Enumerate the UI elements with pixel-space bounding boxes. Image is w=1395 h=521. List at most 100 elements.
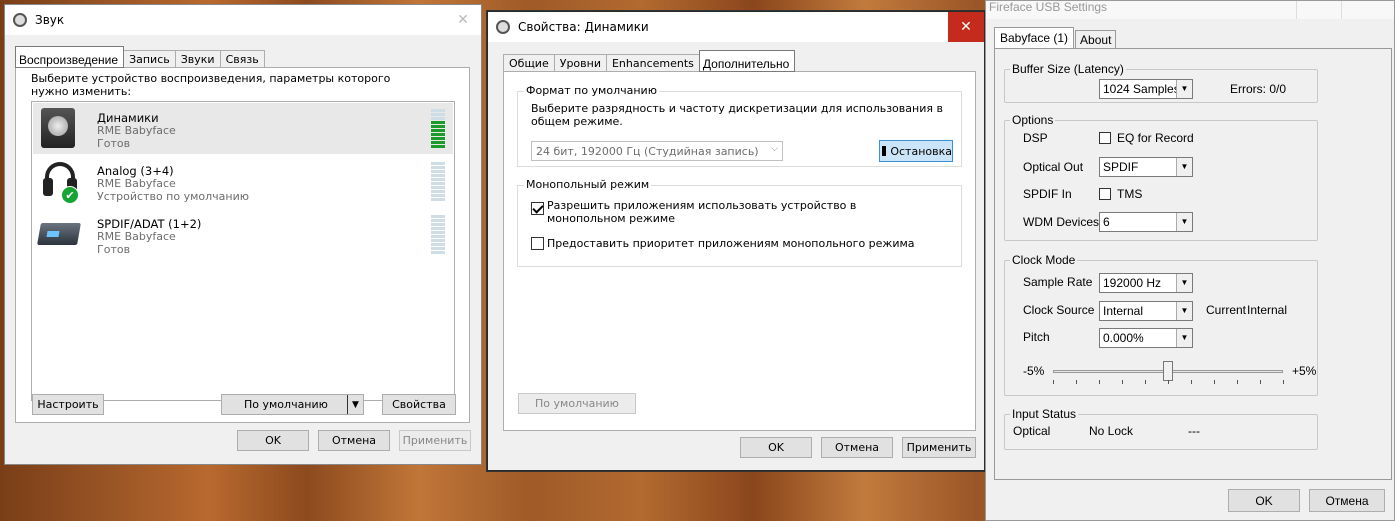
priority-checkbox[interactable] bbox=[531, 237, 544, 250]
buffer-size-group: Buffer Size (Latency) 1024 Samples ▼ Erro… bbox=[1004, 62, 1318, 103]
eq-record-label[interactable]: EQ for Record bbox=[1117, 131, 1194, 145]
cancel-button[interactable]: Отмена bbox=[821, 437, 893, 458]
ok-button[interactable]: OK bbox=[1228, 489, 1300, 512]
tms-label[interactable]: TMS bbox=[1117, 187, 1142, 201]
restore-default-button[interactable]: По умолчанию bbox=[518, 393, 636, 414]
level-meter bbox=[431, 162, 445, 202]
tab-general[interactable]: Общие bbox=[503, 54, 555, 72]
tab-enhancements[interactable]: Enhancements bbox=[605, 54, 700, 72]
speaker-device-icon bbox=[41, 108, 75, 148]
stop-button[interactable]: Остановка bbox=[879, 140, 953, 162]
device-list: Динамики RME Babyface Готов ✔ Analog (3+… bbox=[31, 101, 455, 401]
fireface-window: Fireface USB Settings Babyface (1) About… bbox=[985, 0, 1395, 521]
device-item-analog[interactable]: ✔ Analog (3+4) RME Babyface Устройство п… bbox=[33, 156, 453, 207]
chevron-down-icon: ▼ bbox=[1176, 329, 1192, 347]
slider-tick bbox=[1053, 380, 1054, 384]
cancel-button[interactable]: Отмена bbox=[1309, 489, 1385, 512]
tab-communications[interactable]: Связь bbox=[219, 50, 265, 68]
ok-button[interactable]: OK bbox=[740, 437, 812, 458]
stop-icon bbox=[882, 146, 887, 156]
device-driver: RME Babyface bbox=[97, 230, 176, 243]
current-label: Current bbox=[1206, 303, 1247, 317]
optical-out-value: SPDIF bbox=[1103, 160, 1139, 174]
sample-rate-select[interactable]: 192000 Hz ▼ bbox=[1099, 273, 1193, 293]
pitch-slider[interactable] bbox=[1053, 361, 1284, 385]
sound-title: Звук bbox=[35, 13, 65, 27]
playback-description: Выберите устройство воспроизведения, пар… bbox=[31, 72, 391, 98]
device-item-spdif[interactable]: SPDIF/ADAT (1+2) RME Babyface Готов bbox=[33, 209, 453, 260]
fireface-titlebar: Fireface USB Settings bbox=[986, 0, 1395, 19]
tab-advanced[interactable]: Дополнительно bbox=[698, 50, 796, 72]
properties-window: Свойства: Динамики ✕ Общие Уровни Enhanc… bbox=[486, 10, 986, 472]
tab-sounds[interactable]: Звуки bbox=[174, 50, 221, 68]
sound-titlebar: Звук ✕ bbox=[5, 5, 481, 35]
clock-mode-group: Clock Mode Sample Rate 192000 Hz ▼ Clock … bbox=[1004, 253, 1318, 396]
sound-tabs: Воспроизведение Запись Звуки Связь bbox=[15, 46, 265, 68]
chevron-down-icon[interactable]: ▼ bbox=[347, 395, 363, 414]
optical-out-label: Optical Out bbox=[1023, 160, 1084, 174]
chevron-down-icon: ▼ bbox=[1176, 80, 1192, 98]
priority-label[interactable]: Предоставить приоритет приложениям моноп… bbox=[547, 237, 915, 250]
level-meter bbox=[431, 215, 445, 255]
chevron-down-icon: ▼ bbox=[1176, 302, 1192, 320]
device-name: Динамики bbox=[97, 111, 159, 125]
slider-tick bbox=[1099, 380, 1100, 384]
allow-exclusive-checkbox[interactable] bbox=[531, 202, 544, 215]
tab-playback[interactable]: Воспроизведение bbox=[15, 46, 125, 68]
headphones-device-icon: ✔ bbox=[41, 160, 79, 204]
options-heading: Options bbox=[1010, 113, 1056, 127]
pitch-select[interactable]: 0.000% ▼ bbox=[1099, 328, 1193, 348]
optical-dash: --- bbox=[1188, 424, 1200, 438]
tms-checkbox[interactable] bbox=[1099, 188, 1111, 200]
wdm-devices-label: WDM Devices bbox=[1023, 215, 1100, 229]
buffer-size-heading: Buffer Size (Latency) bbox=[1010, 62, 1126, 76]
eq-record-checkbox[interactable] bbox=[1099, 132, 1111, 144]
tab-babyface[interactable]: Babyface (1) bbox=[994, 27, 1075, 49]
slider-tick bbox=[1237, 380, 1238, 384]
level-meter bbox=[431, 109, 445, 149]
allow-exclusive-label[interactable]: Разрешить приложениям использовать устро… bbox=[547, 199, 927, 225]
device-item-speakers[interactable]: Динамики RME Babyface Готов bbox=[33, 103, 453, 154]
dsp-label: DSP bbox=[1023, 131, 1048, 145]
ok-button[interactable]: OK bbox=[237, 430, 309, 451]
apply-button[interactable]: Применить bbox=[399, 430, 471, 451]
exclusive-mode-heading: Монопольный режим bbox=[524, 178, 652, 191]
device-status: Готов bbox=[97, 137, 131, 150]
tab-levels[interactable]: Уровни bbox=[553, 54, 607, 72]
optical-out-select[interactable]: SPDIF ▼ bbox=[1099, 157, 1193, 177]
default-format-heading: Формат по умолчанию bbox=[524, 84, 659, 97]
default-format-description: Выберите разрядность и частоту дискретиз… bbox=[531, 102, 943, 128]
properties-titlebar: Свойства: Динамики ✕ bbox=[488, 12, 984, 42]
pitch-max-label: +5% bbox=[1292, 364, 1317, 378]
slider-tick bbox=[1191, 380, 1192, 384]
properties-close-button[interactable]: ✕ bbox=[948, 12, 984, 42]
apply-button[interactable]: Применить bbox=[902, 437, 976, 458]
device-name: SPDIF/ADAT (1+2) bbox=[97, 217, 202, 231]
sound-window: Звук ✕ Воспроизведение Запись Звуки Связ… bbox=[4, 4, 482, 465]
clock-source-select[interactable]: Internal ▼ bbox=[1099, 301, 1193, 321]
pitch-min-label: -5% bbox=[1023, 364, 1045, 378]
set-default-button[interactable]: По умолчанию ▼ bbox=[221, 394, 364, 415]
cancel-button[interactable]: Отмена bbox=[318, 430, 390, 451]
tab-about[interactable]: About bbox=[1075, 30, 1117, 49]
speaker-app-icon bbox=[496, 20, 510, 34]
set-default-label: По умолчанию bbox=[244, 398, 328, 411]
advanced-panel: Формат по умолчанию Выберите разрядность… bbox=[503, 71, 976, 431]
buffer-size-select[interactable]: 1024 Samples ▼ bbox=[1099, 79, 1193, 99]
sound-close-button[interactable]: ✕ bbox=[445, 5, 481, 35]
configure-button[interactable]: Настроить bbox=[32, 394, 104, 415]
properties-button[interactable]: Свойства bbox=[382, 394, 456, 415]
playback-panel: Выберите устройство воспроизведения, пар… bbox=[15, 67, 470, 423]
sample-rate-value: 192000 Hz bbox=[1103, 276, 1162, 290]
wdm-devices-select[interactable]: 6 ▼ bbox=[1099, 212, 1193, 232]
tab-recording[interactable]: Запись bbox=[123, 50, 176, 68]
close-button[interactable] bbox=[1341, 1, 1395, 19]
buffer-size-value: 1024 Samples bbox=[1103, 82, 1180, 96]
format-select-value: 24 бит, 192000 Гц (Студийная запись) bbox=[536, 145, 759, 158]
format-select[interactable]: 24 бит, 192000 Гц (Студийная запись) ⌵ bbox=[531, 141, 783, 161]
minimize-button[interactable] bbox=[1296, 1, 1341, 19]
device-driver: RME Babyface bbox=[97, 177, 176, 190]
slider-tick bbox=[1214, 380, 1215, 384]
slider-thumb[interactable] bbox=[1163, 361, 1173, 381]
input-status-group: Input Status Optical No Lock --- bbox=[1004, 407, 1318, 450]
